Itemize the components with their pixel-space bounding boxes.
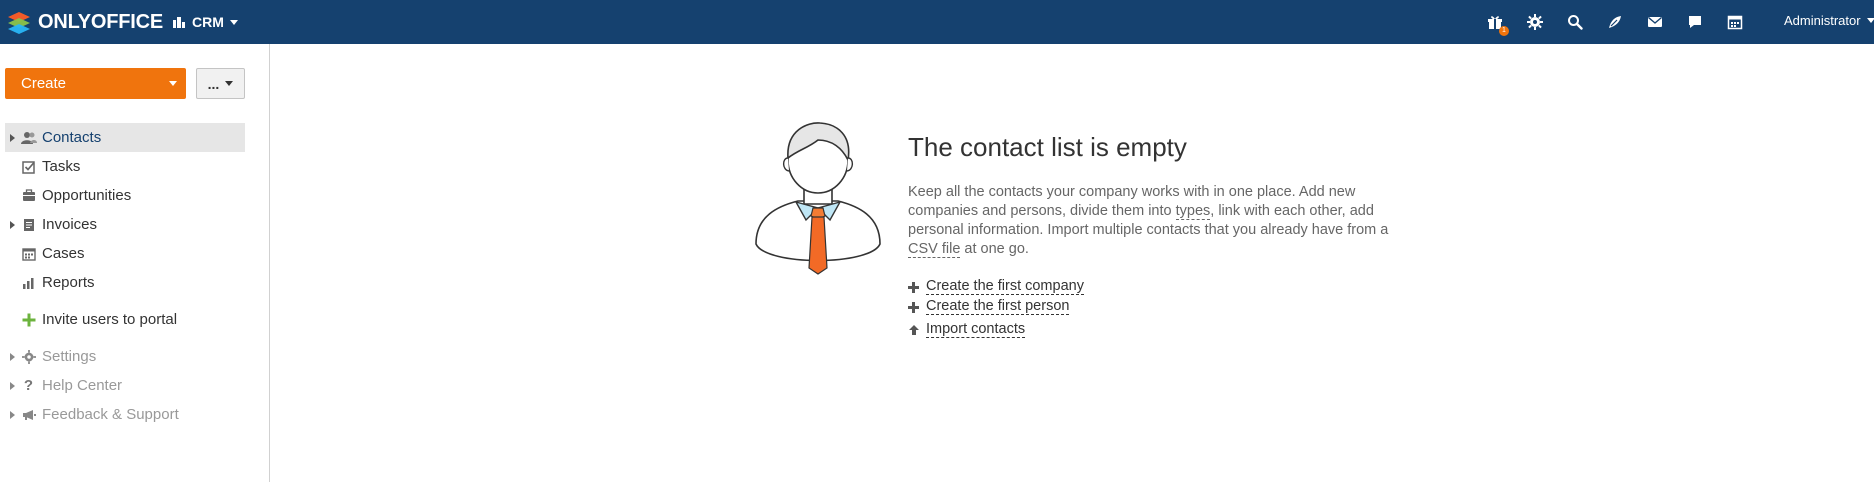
contacts-icon: [19, 130, 38, 146]
arrow-spacer: [5, 305, 19, 334]
sidebar-item-invoices[interactable]: Invoices: [5, 210, 245, 239]
calendar-icon: [1727, 15, 1743, 30]
logo-text: ONLYOFFICE: [38, 10, 164, 33]
sidebar-item-feedback[interactable]: Feedback & Support: [5, 400, 245, 429]
empty-contacts-illustration: [755, 122, 881, 275]
sidebar-item-label: Contacts: [42, 129, 102, 146]
mail-button[interactable]: [1643, 10, 1667, 34]
sidebar-item-label: Settings: [42, 348, 97, 365]
arrow-spacer: [5, 181, 19, 210]
opportunities-icon: [19, 188, 38, 204]
settings-icon: [1527, 14, 1543, 30]
mail-icon: [1648, 16, 1662, 27]
gear-icon: [19, 349, 38, 365]
sidebar-item-opportunities[interactable]: Opportunities: [5, 181, 245, 210]
plus-icon: [908, 281, 926, 293]
talk-button[interactable]: [1683, 10, 1707, 34]
chevron-down-icon: [225, 81, 234, 86]
chevron-down-icon: [229, 19, 238, 25]
feed-icon: [1609, 16, 1621, 28]
create-first-company-label: Create the first company: [926, 278, 1084, 295]
sidebar-item-label: Opportunities: [42, 187, 132, 204]
import-contacts-label: Import contacts: [926, 321, 1026, 338]
feed-button[interactable]: [1603, 10, 1627, 34]
question-icon: ?: [23, 377, 34, 394]
sidebar-item-help-center[interactable]: ? Help Center: [5, 371, 245, 400]
megaphone-icon: [19, 407, 38, 423]
import-contacts-link[interactable]: Import contacts: [908, 320, 1084, 340]
create-first-person-link[interactable]: Create the first person: [908, 297, 1084, 317]
sidebar-item-cases[interactable]: Cases: [5, 239, 245, 268]
search-button[interactable]: [1563, 10, 1587, 34]
reports-icon: [19, 275, 38, 291]
sidebar-item-label: Tasks: [42, 158, 81, 175]
arrow-spacer: [5, 239, 19, 268]
upload-arrow-icon: [908, 324, 926, 336]
expand-arrow-icon[interactable]: [5, 371, 19, 400]
empty-state-actions: Create the first company Create the firs…: [908, 277, 1084, 340]
expand-arrow-icon[interactable]: [5, 400, 19, 429]
module-label: CRM: [192, 14, 224, 30]
sidebar-item-label: Help Center: [42, 377, 123, 394]
plus-icon: [19, 312, 38, 328]
expand-arrow-icon[interactable]: [5, 342, 19, 371]
plus-icon: [908, 301, 926, 313]
csv-file-link[interactable]: CSV file: [908, 241, 961, 258]
expand-arrow-icon[interactable]: [5, 210, 19, 239]
gift-button[interactable]: 1: [1483, 10, 1509, 36]
sidebar-item-label: Reports: [42, 274, 95, 291]
arrow-spacer: [5, 152, 19, 181]
invoices-icon: [19, 217, 38, 233]
invite-users-link[interactable]: Invite users to portal: [5, 305, 245, 334]
create-first-person-label: Create the first person: [926, 298, 1070, 315]
create-first-company-link[interactable]: Create the first company: [908, 277, 1084, 297]
expand-arrow-icon[interactable]: [5, 123, 19, 152]
create-button-label: Create: [21, 75, 67, 92]
sidebar-item-settings[interactable]: Settings: [5, 342, 245, 371]
calendar-button[interactable]: [1723, 10, 1747, 34]
arrow-spacer: [5, 268, 19, 297]
empty-state-description: Keep all the contacts your company works…: [908, 183, 1408, 259]
types-link[interactable]: types: [1175, 203, 1211, 220]
sidebar-item-label: Invoices: [42, 216, 98, 233]
settings-button[interactable]: [1523, 10, 1547, 34]
empty-state-title: The contact list is empty: [908, 132, 1187, 162]
sidebar-item-contacts[interactable]: Contacts: [5, 123, 245, 152]
create-button[interactable]: Create: [5, 68, 186, 99]
tasks-icon: [19, 159, 38, 175]
invite-users-label: Invite users to portal: [42, 311, 178, 328]
onlyoffice-logo[interactable]: ONLYOFFICE: [6, 9, 163, 35]
talk-icon: [1689, 16, 1701, 28]
sidebar-item-label: Cases: [42, 245, 85, 262]
sidebar: Create ... Contacts Tasks Opportunities: [0, 44, 270, 482]
sidebar-item-label: Feedback & Support: [42, 406, 179, 423]
module-switcher[interactable]: CRM: [172, 11, 238, 33]
chevron-down-icon: [1866, 18, 1874, 23]
user-name: Administrator: [1784, 13, 1861, 28]
top-navigation-bar: ONLYOFFICE CRM 1 Administrator: [0, 0, 1874, 44]
notification-badge: 1: [1499, 26, 1509, 36]
sidebar-item-tasks[interactable]: Tasks: [5, 152, 245, 181]
description-text-3: at one go.: [960, 241, 1029, 257]
logo-icon: [8, 12, 30, 34]
cases-icon: [19, 246, 38, 262]
more-actions-button[interactable]: ...: [196, 68, 245, 99]
user-menu[interactable]: Administrator: [1784, 13, 1874, 28]
create-dropdown-toggle[interactable]: [160, 68, 186, 99]
crm-module-icon: [173, 17, 185, 28]
chevron-down-icon: [169, 81, 177, 86]
more-actions-label: ...: [207, 75, 220, 92]
sidebar-item-reports[interactable]: Reports: [5, 268, 245, 297]
search-icon: [1568, 15, 1583, 30]
